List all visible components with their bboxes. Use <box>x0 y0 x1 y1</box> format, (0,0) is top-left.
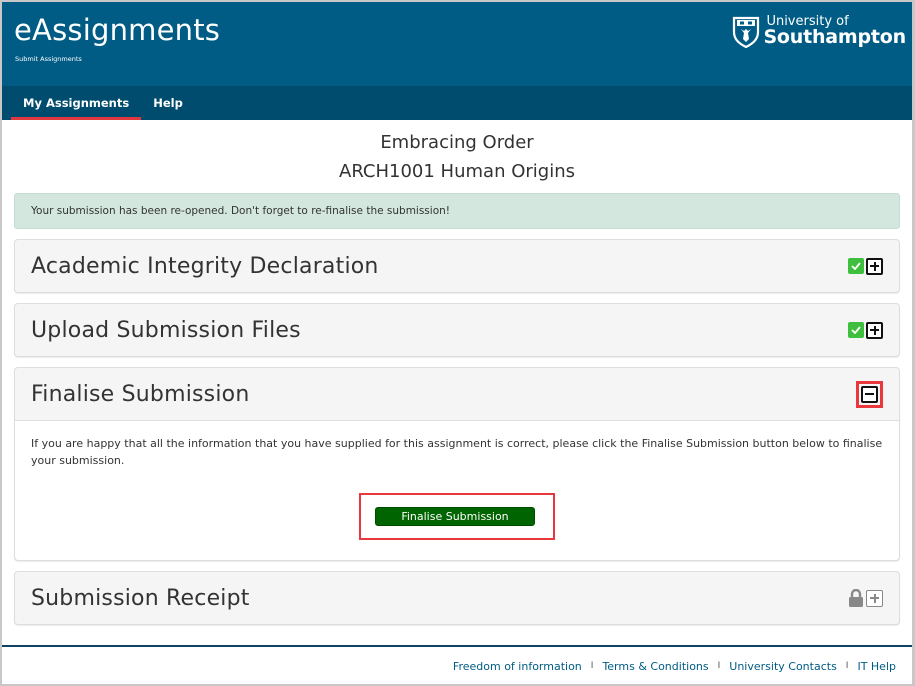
section-title: Submission Receipt <box>31 585 250 611</box>
section-header[interactable]: Academic Integrity Declaration <box>15 240 899 292</box>
footer-link-terms[interactable]: Terms & Conditions <box>602 660 708 673</box>
app-header: eAssignments Submit Assignments Universi… <box>2 2 912 86</box>
expand-plus-icon[interactable] <box>866 589 883 607</box>
section-header[interactable]: Upload Submission Files <box>15 304 899 356</box>
expand-plus-icon[interactable] <box>866 321 883 339</box>
button-highlight: Finalise Submission <box>359 493 555 540</box>
collapse-highlight <box>856 380 883 408</box>
module-title: ARCH1001 Human Origins <box>339 161 575 182</box>
footer-separator: I <box>717 661 721 671</box>
crest-shield-icon <box>733 16 760 48</box>
check-icon <box>848 258 864 274</box>
section-title: Academic Integrity Declaration <box>31 253 379 279</box>
nav-help[interactable]: Help <box>141 86 195 120</box>
footer-link-it-help[interactable]: IT Help <box>857 660 896 673</box>
nav-my-assignments[interactable]: My Assignments <box>11 86 142 120</box>
footer: Freedom of information I Terms & Conditi… <box>2 645 912 685</box>
section-title: Upload Submission Files <box>31 317 301 343</box>
lock-icon <box>849 589 863 607</box>
section-title: Finalise Submission <box>31 381 250 407</box>
main-nav: My Assignments Help <box>2 86 912 120</box>
assignment-title: Embracing Order <box>380 132 534 153</box>
university-logo[interactable]: University of Southampton <box>732 14 906 48</box>
footer-link-contacts[interactable]: University Contacts <box>729 660 837 673</box>
footer-link-foi[interactable]: Freedom of information <box>453 660 582 673</box>
check-icon <box>848 322 864 338</box>
footer-separator: I <box>845 661 849 671</box>
section-header[interactable]: Submission Receipt <box>15 572 899 624</box>
alert-message: Your submission has been re-opened. Don'… <box>31 205 450 217</box>
finalise-instructions: If you are happy that all the informatio… <box>31 437 883 467</box>
footer-separator: I <box>590 661 594 671</box>
section-header[interactable]: Finalise Submission <box>15 368 899 420</box>
section-academic-integrity: Academic Integrity Declaration <box>14 239 900 293</box>
section-upload-files: Upload Submission Files <box>14 303 900 357</box>
expand-plus-icon[interactable] <box>866 257 883 275</box>
app-subtitle: Submit Assignments <box>15 55 82 63</box>
finalise-submission-button[interactable]: Finalise Submission <box>375 507 535 526</box>
section-body: If you are happy that all the informatio… <box>15 420 899 560</box>
course-header: Embracing Order ARCH1001 Human Origins <box>2 128 912 186</box>
app-title: eAssignments <box>14 13 221 47</box>
reopened-alert: Your submission has been re-opened. Don'… <box>14 193 900 229</box>
collapse-minus-icon[interactable] <box>861 385 878 403</box>
section-finalise-submission: Finalise Submission If you are happy tha… <box>14 367 900 561</box>
logo-line2: Southampton <box>763 26 906 48</box>
section-submission-receipt: Submission Receipt <box>14 571 900 625</box>
